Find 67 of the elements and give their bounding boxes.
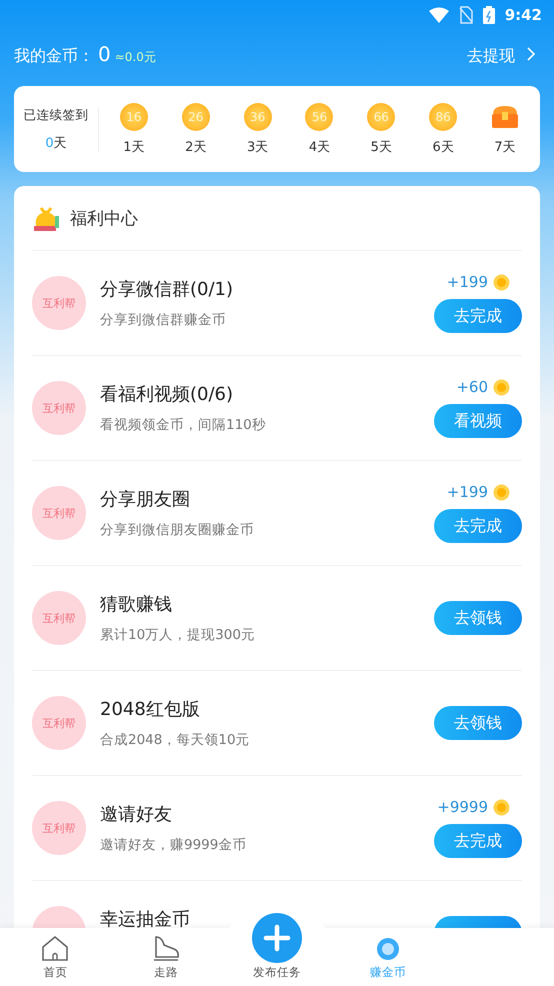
task-description: 累计10万人，提现300元	[100, 626, 256, 644]
clock-time: 9:42	[504, 6, 542, 24]
day-label: 1天	[123, 138, 145, 156]
day-label: 4天	[308, 138, 330, 156]
task-description: 邀请好友，赚9999金币	[100, 836, 248, 854]
day-label: 3天	[246, 138, 268, 156]
coin-value: ≈0.0元	[114, 49, 156, 66]
task-title: 看福利视频(0/6)	[100, 383, 234, 406]
reward-amount: +9999	[437, 798, 488, 816]
task-button[interactable]: 去领钱	[434, 601, 522, 635]
wifi-icon	[428, 7, 449, 23]
task-description: 看视频领金币，间隔110秒	[100, 416, 267, 434]
tab-item[interactable]: 发布任务	[222, 910, 332, 986]
coin-icon	[493, 798, 510, 816]
coin-reward: 26	[182, 102, 210, 130]
app-logo: 互利帮	[32, 591, 86, 645]
plus-icon	[252, 913, 302, 963]
task-description: 分享到微信朋友圈赚金币	[100, 521, 255, 539]
app-logo: 互利帮	[32, 276, 86, 330]
app-logo: 互利帮	[32, 696, 86, 750]
sneaker-icon	[152, 935, 180, 961]
day-label: 5天	[370, 138, 392, 156]
day-label: 2天	[185, 138, 206, 156]
withdraw-link[interactable]: 去提现	[467, 46, 515, 67]
day-label: 7天	[494, 138, 516, 156]
task-description: 合成2048，每天领10元	[100, 731, 251, 749]
coin-reward: 86	[429, 102, 458, 130]
coin-icon	[493, 378, 510, 396]
coins-label: 我的金币：	[14, 46, 94, 67]
task-title: 猜歌赚钱	[100, 593, 173, 616]
streak-label: 已连续签到	[24, 106, 88, 124]
reward-amount: +199	[446, 273, 488, 291]
tab-item[interactable]: 走路	[110, 928, 222, 986]
coin-reward: 66	[367, 102, 396, 130]
task-button[interactable]: 去完成	[434, 509, 522, 543]
day-label: 6天	[432, 138, 454, 156]
reward-amount: +60	[456, 378, 488, 396]
section-title: 福利中心	[70, 208, 138, 230]
app-logo: 互利帮	[32, 381, 86, 435]
coin-icon	[493, 484, 510, 500]
coin-count: 0	[98, 42, 111, 66]
coin-reward: 36	[244, 102, 272, 130]
home-icon	[41, 935, 70, 961]
task-button[interactable]: 去完成	[434, 299, 522, 333]
tab-item[interactable]: 赚金币	[332, 928, 444, 986]
app-logo: 互利帮	[32, 801, 86, 855]
money-bag-icon	[32, 204, 60, 232]
streak-count: 0	[45, 136, 54, 150]
task-title: 2048红包版	[100, 698, 201, 721]
coin-reward: 56	[305, 102, 334, 130]
task-title: 分享微信群(0/1)	[100, 278, 234, 301]
task-description: 分享到微信群赚金币	[100, 311, 227, 329]
reward-amount: +199	[446, 483, 488, 501]
chevron-right-icon	[527, 47, 536, 61]
task-button[interactable]: 去完成	[434, 824, 522, 858]
coin-icon	[493, 274, 510, 290]
task-title: 幸运抽金币	[100, 908, 191, 928]
tab-item[interactable]: 首页	[0, 928, 111, 986]
app-logo: 互利帮	[32, 486, 86, 540]
coin-reward: 16	[120, 102, 148, 130]
task-title: 邀请好友	[100, 803, 173, 826]
no-sim-icon	[458, 6, 473, 24]
battery-icon	[482, 6, 495, 24]
streak-unit: 天	[54, 136, 67, 150]
task-button[interactable]: 去领钱	[434, 706, 522, 740]
task-title: 分享朋友圈	[100, 488, 191, 511]
task-button[interactable]: 看视频	[434, 404, 522, 438]
